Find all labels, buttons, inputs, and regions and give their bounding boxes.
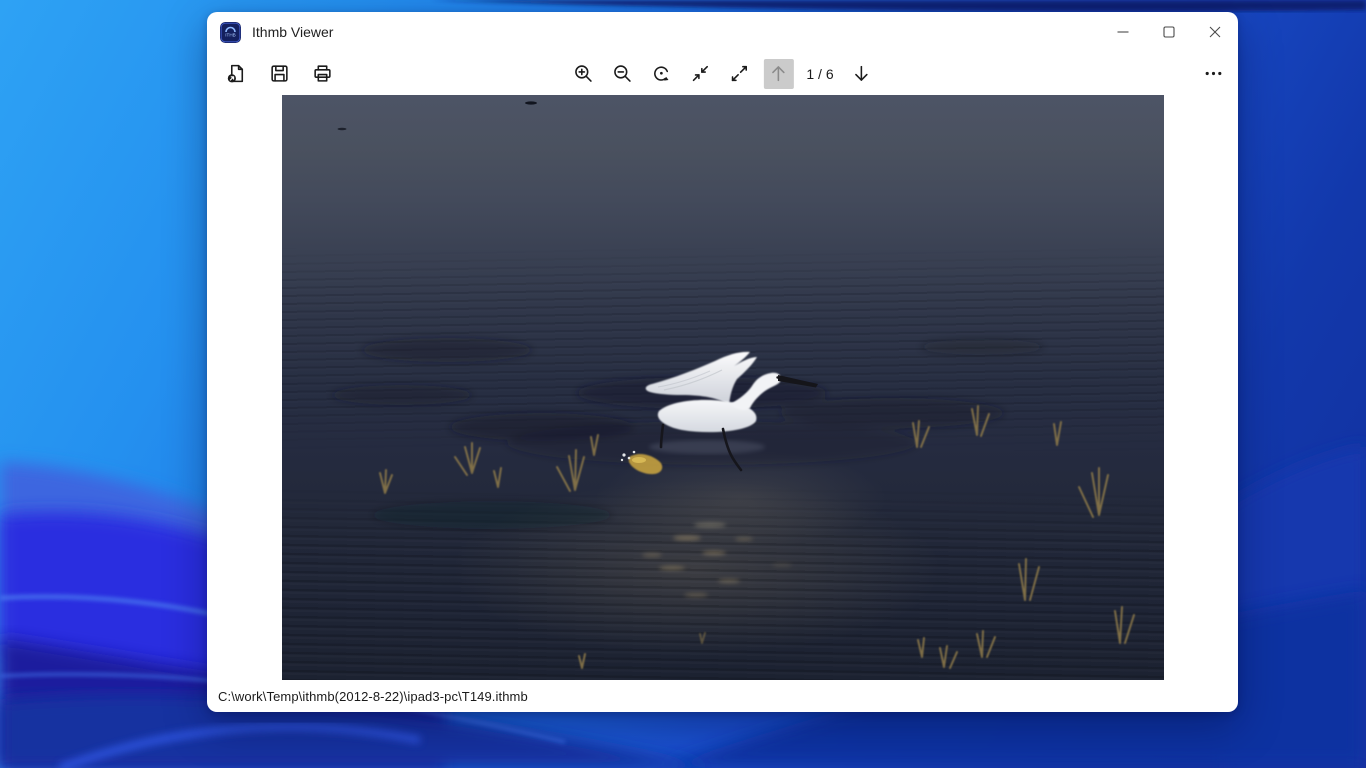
next-image-button[interactable] <box>847 59 877 89</box>
maximize-button[interactable] <box>1146 12 1192 52</box>
photo-viewport <box>207 95 1238 680</box>
shrink-to-fit-button[interactable] <box>685 59 715 89</box>
close-button[interactable] <box>1192 12 1238 52</box>
expand-icon <box>729 63 750 84</box>
desktop-wallpaper: ITHB Ithmb Viewer <box>0 0 1366 768</box>
egret-eye <box>776 376 778 378</box>
svg-text:ITHB: ITHB <box>225 32 235 37</box>
save-icon <box>269 63 290 84</box>
expand-button[interactable] <box>724 59 754 89</box>
app-window: ITHB Ithmb Viewer <box>207 12 1238 712</box>
zoom-out-button[interactable] <box>607 59 637 89</box>
toolbar: 1 / 6 <box>207 52 1238 95</box>
rotate-icon <box>651 63 672 84</box>
toolbar-view-group: 1 / 6 <box>568 59 876 89</box>
shrink-to-fit-icon <box>690 63 711 84</box>
titlebar: ITHB Ithmb Viewer <box>207 12 1238 52</box>
more-button[interactable] <box>1198 59 1228 89</box>
page-indicator: 1 / 6 <box>802 66 837 82</box>
water-dark-patches <box>332 338 1044 529</box>
statusbar: C:\work\Temp\ithmb(2012-8-22)\ipad3-pc\T… <box>207 680 1238 712</box>
up-arrow-icon <box>768 63 789 84</box>
distant-specks <box>338 101 538 130</box>
print-button[interactable] <box>307 59 337 89</box>
zoom-in-button[interactable] <box>568 59 598 89</box>
photo-scene <box>282 95 1164 680</box>
rotate-button[interactable] <box>646 59 676 89</box>
open-file-button[interactable] <box>221 59 251 89</box>
light-reflection-streaks <box>642 522 792 597</box>
toolbar-file-group <box>221 59 337 89</box>
down-arrow-icon <box>851 63 872 84</box>
more-icon <box>1203 63 1224 84</box>
bird-reflection <box>649 440 765 454</box>
print-icon <box>312 63 333 84</box>
minimize-button[interactable] <box>1100 12 1146 52</box>
save-button[interactable] <box>264 59 294 89</box>
zoom-out-icon <box>612 63 633 84</box>
toolbar-more-group <box>1198 59 1228 89</box>
file-path: C:\work\Temp\ithmb(2012-8-22)\ipad3-pc\T… <box>218 689 528 704</box>
app-icon: ITHB <box>220 22 241 43</box>
open-file-icon <box>226 63 247 84</box>
window-title: Ithmb Viewer <box>252 24 333 40</box>
zoom-in-icon <box>573 63 594 84</box>
previous-image-button[interactable] <box>763 59 793 89</box>
photo-egret[interactable] <box>282 95 1164 680</box>
window-controls <box>1100 12 1238 52</box>
